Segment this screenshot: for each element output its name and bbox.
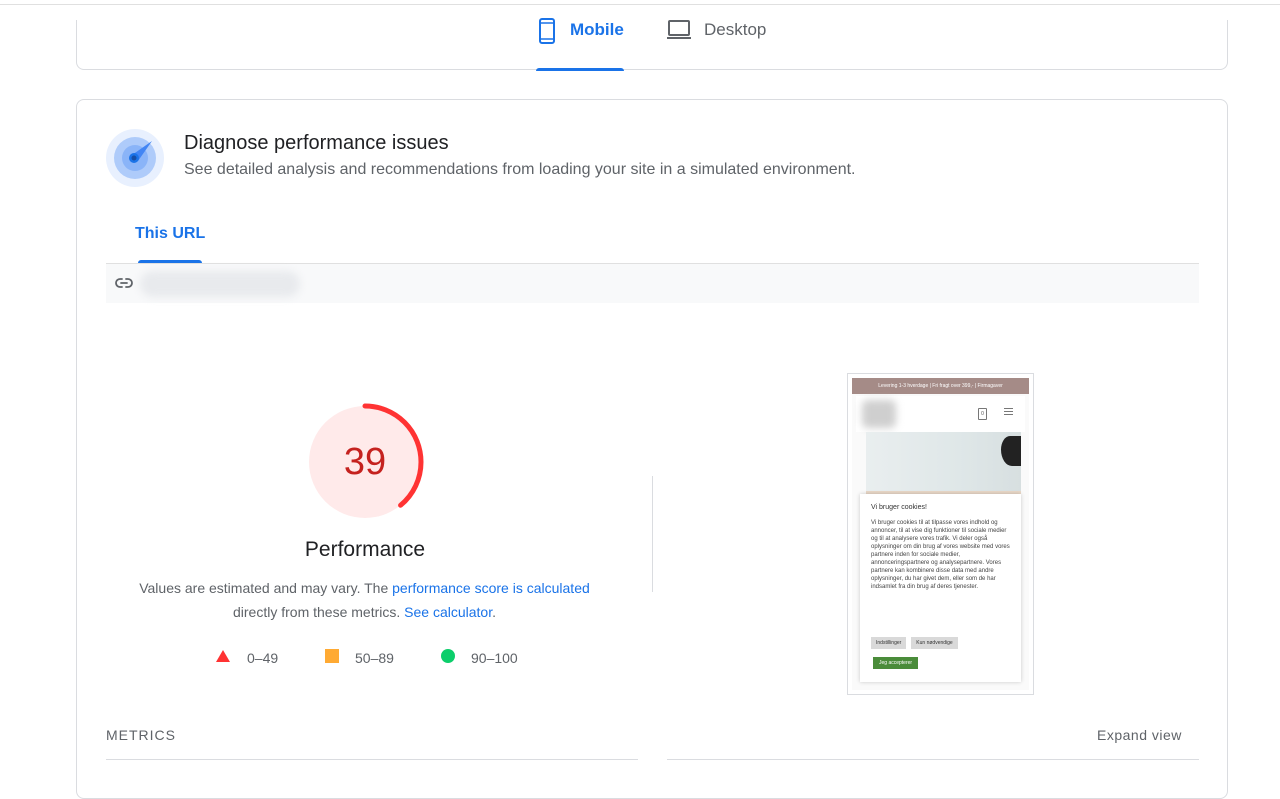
desc-text: Values are estimated and may vary. The (139, 580, 393, 596)
device-card (76, 20, 1228, 70)
tab-this-url[interactable]: This URL (135, 225, 205, 243)
diagnose-card: Diagnose performance issues See detailed… (76, 99, 1228, 799)
laptop-icon (666, 18, 692, 47)
legend-average: 50–89 (325, 649, 394, 666)
url-text-redacted (140, 271, 300, 297)
url-row (106, 263, 1199, 303)
vertical-divider (652, 476, 653, 592)
legend-fail: 0–49 (215, 649, 278, 666)
desc-text-2: directly from these metrics. (233, 604, 405, 620)
performance-description: Values are estimated and may vary. The p… (107, 576, 622, 624)
screenshot-logo (862, 400, 896, 428)
cookie-title: Vi bruger cookies! (871, 504, 927, 511)
cookie-necessary-button: Kun nødvendige (911, 637, 958, 649)
cookie-accept-button: Jeg accepterer (873, 657, 919, 669)
link-icon (115, 276, 133, 294)
metrics-heading: METRICS (106, 727, 176, 743)
desc-text-3: . (492, 604, 496, 620)
compass-icon (106, 129, 164, 187)
cookie-buttons: Indstillinger Kun nødvendige (871, 637, 963, 649)
tab-mobile-label: Mobile (570, 20, 624, 39)
hamburger-menu-icon (1004, 408, 1013, 417)
bag-icon: 0 (978, 408, 987, 420)
tab-desktop[interactable]: Desktop (666, 18, 776, 62)
hero-object (1001, 436, 1021, 466)
legend-fail-range: 0–49 (247, 649, 279, 666)
cookie-body: Vi bruger cookies til at tilpasse vores … (871, 520, 1010, 590)
diagnose-title: Diagnose performance issues (184, 132, 449, 154)
square-icon (325, 649, 339, 666)
legend-pass-range: 90–100 (471, 649, 518, 666)
screenshot-content: Levering 1-3 hverdage | Fri fragt over 3… (852, 378, 1029, 690)
tab-mobile[interactable]: Mobile (536, 18, 624, 71)
legend-pass: 90–100 (441, 649, 518, 666)
top-divider (0, 4, 1280, 5)
tab-mobile-underline (536, 68, 624, 71)
diagnose-subtitle: See detailed analysis and recommendation… (184, 161, 856, 178)
metrics-divider-right (667, 759, 1199, 760)
performance-label: Performance (304, 538, 426, 561)
circle-icon (441, 649, 455, 666)
screenshot-banner: Levering 1-3 hverdage | Fri fragt over 3… (852, 378, 1029, 394)
see-calculator-link[interactable]: See calculator (404, 604, 492, 620)
expand-view-button[interactable]: Expand view (1097, 727, 1182, 743)
tab-desktop-label: Desktop (704, 20, 767, 39)
cookie-popup: Vi bruger cookies! Vi bruger cookies til… (860, 494, 1021, 682)
performance-score: 39 (343, 440, 387, 483)
smartphone-icon (536, 18, 558, 49)
legend-average-range: 50–89 (355, 649, 394, 666)
score-calculated-link[interactable]: performance score is calculated (392, 580, 590, 596)
triangle-icon (215, 649, 231, 666)
screenshot-header: 0 (856, 396, 1025, 432)
screenshot-hero-image (866, 432, 1021, 494)
cookie-settings-button: Indstillinger (871, 637, 907, 649)
metrics-divider-left (106, 759, 638, 760)
final-screenshot[interactable]: Levering 1-3 hverdage | Fri fragt over 3… (847, 373, 1034, 695)
